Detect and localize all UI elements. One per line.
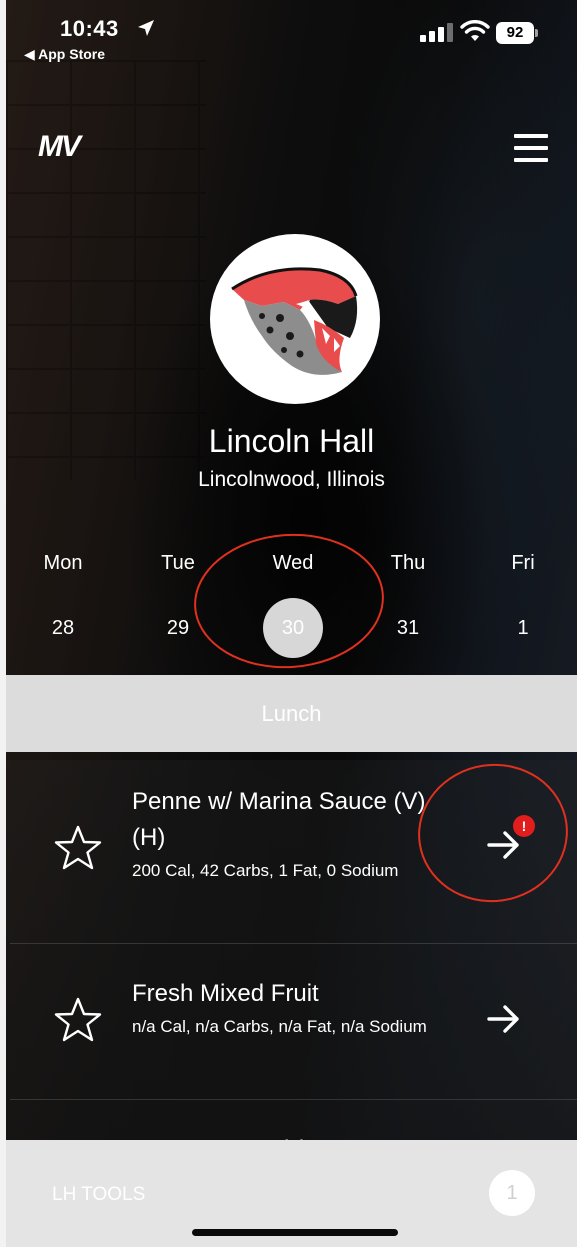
wifi-icon [460, 20, 490, 41]
battery-level: 92 [496, 22, 534, 44]
school-location: Lincolnwood, Illinois [198, 468, 385, 491]
jaguar-icon [231, 267, 358, 375]
day-name: Wed [272, 552, 314, 574]
day-name: Mon [43, 552, 83, 574]
school-name: Lincoln Hall [208, 423, 375, 459]
location-arrow-icon [138, 20, 154, 36]
day-date[interactable]: 28 [33, 598, 93, 658]
meal-period-bar[interactable]: Lunch [6, 675, 577, 752]
app-logo[interactable]: MV [38, 130, 81, 164]
day-name: Thu [390, 552, 426, 574]
menu-item-list: Penne w/ Marina Sauce (V)(H) 200 Cal, 42… [10, 752, 577, 1140]
menu-item[interactable]: Tomato Soup (v) [10, 1100, 577, 1140]
day-date-selected[interactable]: 30 [263, 598, 323, 658]
menu-item-nutrition: n/a Cal, n/a Carbs, n/a Fat, n/a Sodium [132, 1017, 427, 1036]
hamburger-menu-icon[interactable] [514, 134, 548, 164]
day-name: Fri [511, 552, 535, 574]
menu-item-title: Fresh Mixed Fruit [132, 980, 319, 1007]
tools-label[interactable]: LH TOOLS [52, 1184, 145, 1206]
home-indicator[interactable] [192, 1229, 398, 1236]
favorite-star-icon[interactable] [54, 824, 102, 872]
tools-count-badge[interactable]: 1 [489, 1170, 535, 1216]
week-selector: Mon 28 Tue 29 Wed 30 Thu 31 Fri 1 [6, 552, 577, 662]
menu-item[interactable]: Fresh Mixed Fruit n/a Cal, n/a Carbs, n/… [10, 944, 577, 1100]
alert-badge: ! [513, 815, 535, 837]
arrow-right-icon[interactable] [486, 1004, 522, 1034]
day-name: Tue [161, 552, 195, 574]
cellular-signal-icon [420, 23, 453, 42]
menu-item-title: Tomato Soup (v) [132, 1132, 432, 1140]
school-mascot-logo [210, 234, 380, 404]
menu-item-nutrition: 200 Cal, 42 Carbs, 1 Fat, 0 Sodium [132, 861, 399, 880]
day-date[interactable]: 29 [148, 598, 208, 658]
back-to-app-store-link[interactable]: ◀ App Store [24, 46, 105, 63]
status-time: 10:43 [60, 16, 119, 41]
day-date[interactable]: 31 [378, 598, 438, 658]
menu-item-title: Penne w/ Marina Sauce (V)(H) [132, 788, 426, 851]
menu-item[interactable]: Penne w/ Marina Sauce (V)(H) 200 Cal, 42… [10, 752, 577, 944]
favorite-star-icon[interactable] [54, 996, 102, 1044]
day-date[interactable]: 1 [493, 598, 553, 658]
app-screen: 10:43 ◀ App Store 92 MV Lincoln Hall Lin… [6, 0, 577, 1247]
status-bar: 10:43 ◀ App Store 92 [6, 0, 577, 70]
battery-indicator: 92 [496, 22, 538, 44]
